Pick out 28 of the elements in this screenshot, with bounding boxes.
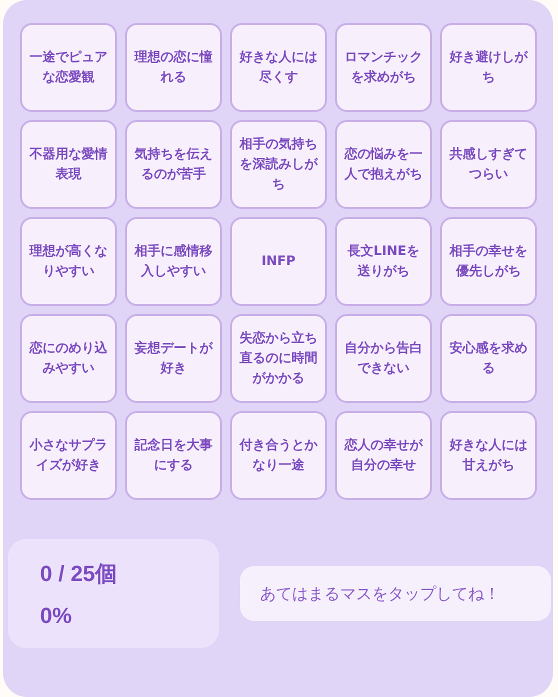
bingo-cell[interactable]: 共感しすぎてつらい	[440, 120, 537, 209]
bingo-cell[interactable]: 気持ちを伝えるのが苦手	[125, 120, 222, 209]
bingo-cell[interactable]: 相手の幸せを優先しがち	[440, 217, 537, 306]
bingo-cell[interactable]: 小さなサプライズが好き	[20, 411, 117, 500]
bingo-cell[interactable]: 付き合うとかなり一途	[230, 411, 327, 500]
bingo-cell[interactable]: 恋の悩みを一人で抱えがち	[335, 120, 432, 209]
bingo-cell[interactable]: 好き避けしがち	[440, 23, 537, 112]
bingo-cell[interactable]: 記念日を大事にする	[125, 411, 222, 500]
bingo-cell[interactable]: 相手に感情移入しやすい	[125, 217, 222, 306]
bingo-cell[interactable]: 安心感を求める	[440, 314, 537, 403]
bingo-cell[interactable]: 一途でピュアな恋愛観	[20, 23, 117, 112]
percent-text: 0%	[40, 602, 73, 630]
bingo-cell[interactable]: ロマンチックを求めがち	[335, 23, 432, 112]
bingo-cell[interactable]: 妄想デートが好き	[125, 314, 222, 403]
bingo-cell[interactable]: 恋人の幸せが自分の幸せ	[335, 411, 432, 500]
bingo-cell[interactable]: 自分から告白できない	[335, 314, 432, 403]
bingo-cell[interactable]: 好きな人には尽くす	[230, 23, 327, 112]
bingo-cell[interactable]: 理想が高くなりやすい	[20, 217, 117, 306]
bingo-cell[interactable]: 恋にのめり込みやすい	[20, 314, 117, 403]
bingo-cell[interactable]: INFP	[230, 217, 327, 306]
bingo-cell[interactable]: 長文LINEを送りがち	[335, 217, 432, 306]
bingo-cell[interactable]: 理想の恋に憧れる	[125, 23, 222, 112]
message-text: あてはまるマスをタップしてね！	[240, 566, 551, 621]
bingo-cell[interactable]: 相手の気持ちを深読みしがち	[230, 120, 327, 209]
count-text: 0 / 25個	[40, 560, 118, 588]
bingo-cell[interactable]: 不器用な愛情表現	[20, 120, 117, 209]
bingo-cell[interactable]: 失恋から立ち直るのに時間がかかる	[230, 314, 327, 403]
bingo-cell[interactable]: 好きな人には甘えがち	[440, 411, 537, 500]
